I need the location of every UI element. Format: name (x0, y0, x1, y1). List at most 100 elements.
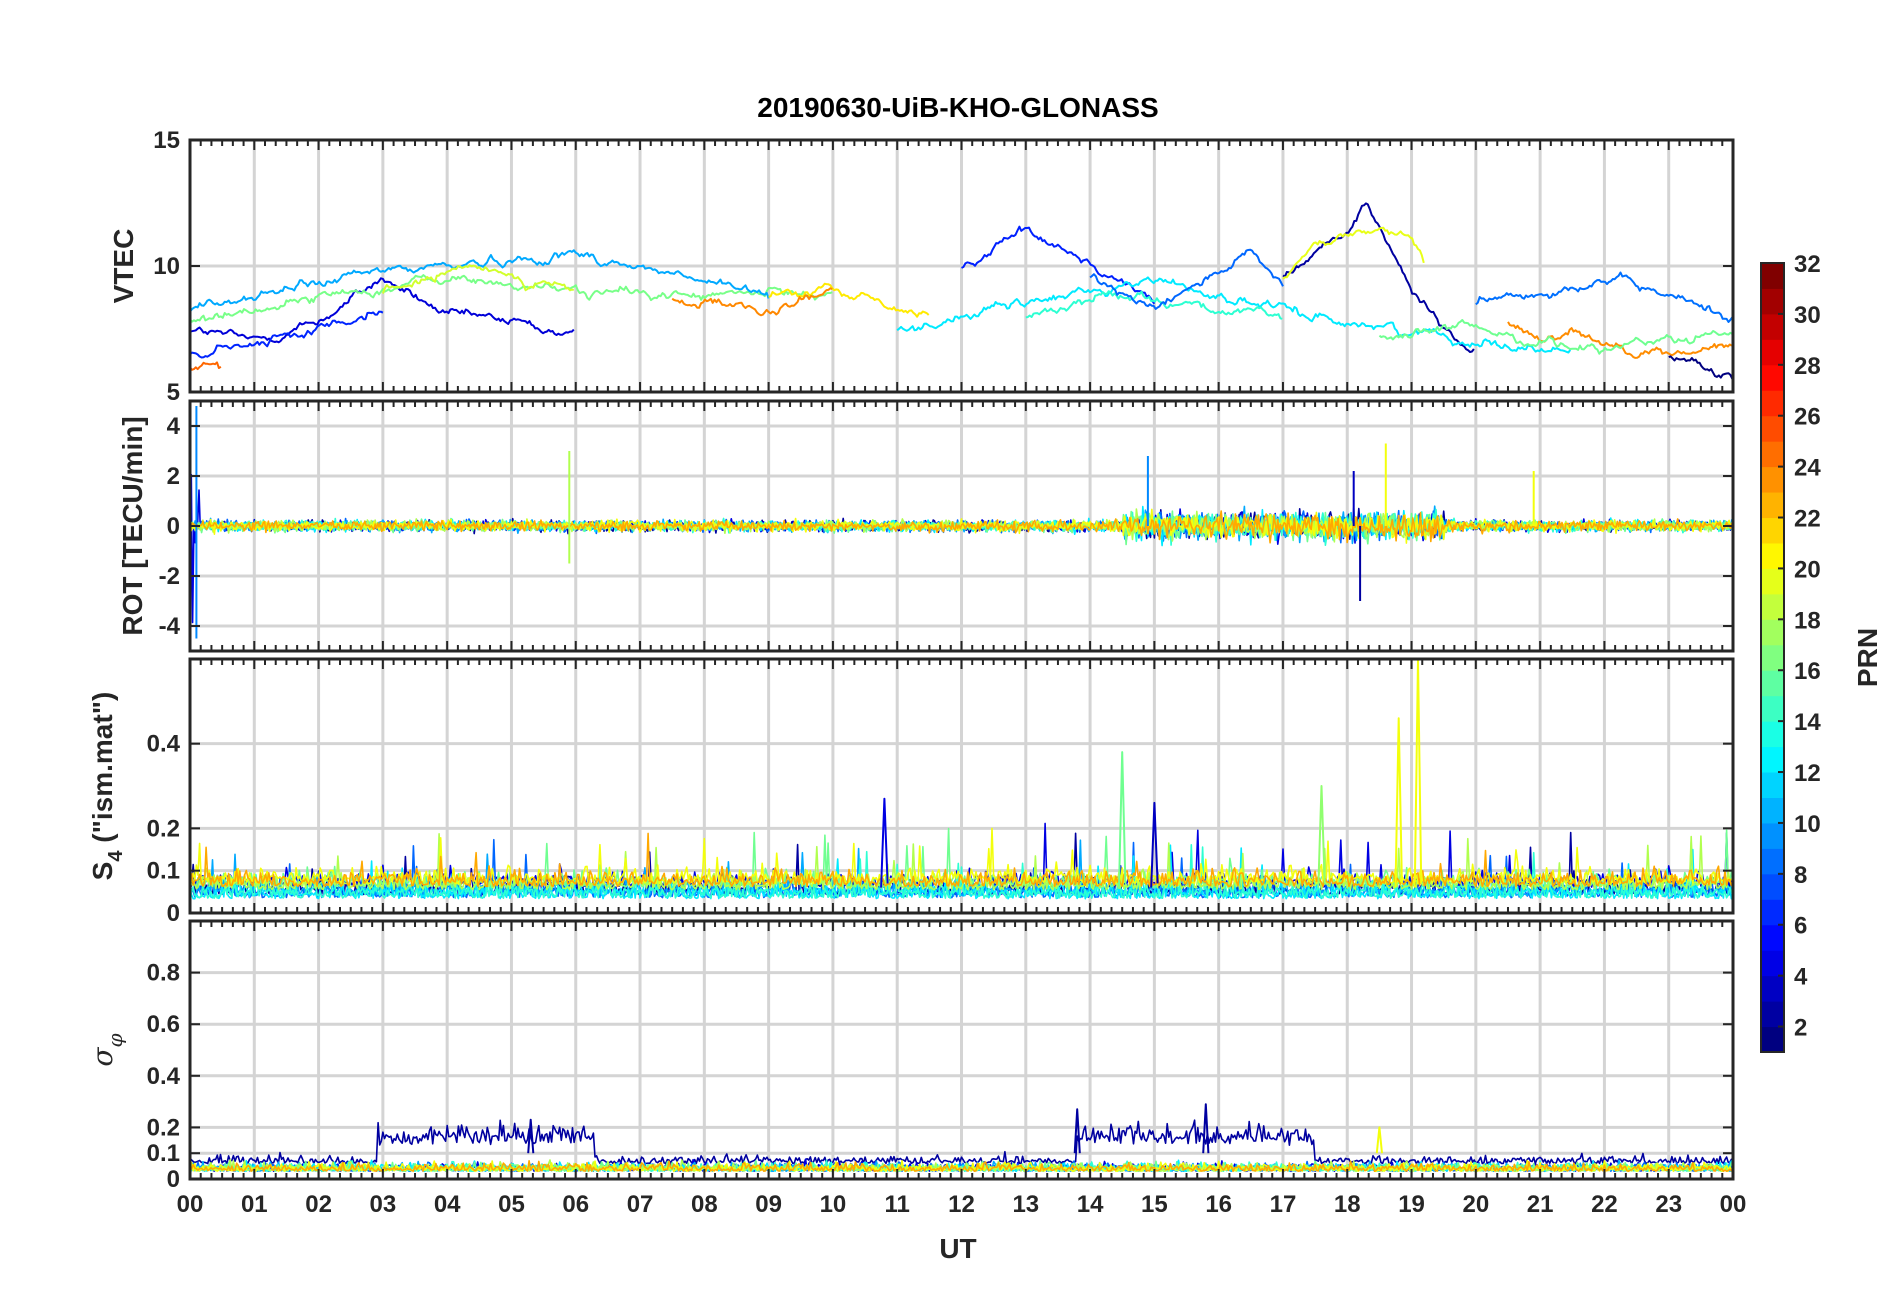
y-tick-label: 4 (167, 413, 181, 440)
x-tick-label: 01 (241, 1191, 268, 1218)
colorbar-tick-label: 16 (1794, 658, 1821, 685)
colorbar-segment (1761, 899, 1784, 926)
colorbar-segment (1761, 288, 1784, 315)
x-tick-label: 02 (305, 1191, 332, 1218)
y-tick-label: 0.2 (147, 815, 180, 842)
y-tick-label: 2 (167, 463, 180, 490)
colorbar-segment (1761, 390, 1784, 417)
colorbar-tick-label: 10 (1794, 811, 1821, 838)
colorbar-segment (1761, 950, 1784, 977)
colorbar-segment (1761, 924, 1784, 951)
ylabel-sub: φ (103, 1033, 127, 1047)
colorbar-tick-label: 6 (1794, 913, 1807, 940)
colorbar-segment (1761, 873, 1784, 900)
colorbar-tick-label: 4 (1794, 964, 1808, 991)
x-tick-label: 14 (1077, 1191, 1104, 1218)
colorbar-tick-label: 8 (1794, 862, 1807, 889)
x-tick-label: 00 (1720, 1191, 1747, 1218)
colorbar-segment (1761, 568, 1784, 595)
y-tick-label: 10 (153, 253, 180, 280)
x-tick-label: 03 (370, 1191, 397, 1218)
colorbar-segment (1761, 975, 1784, 1002)
colorbar-segment (1761, 593, 1784, 620)
x-axis-label: UT (939, 1233, 976, 1264)
colorbar-segment (1761, 466, 1784, 493)
y-tick-label: 0 (167, 900, 180, 927)
x-tick-label: 00 (177, 1191, 204, 1218)
x-tick-label: 08 (691, 1191, 718, 1218)
colorbar-segment (1761, 364, 1784, 391)
colorbar-segment (1761, 670, 1784, 697)
y-tick-label: 0 (167, 1166, 180, 1193)
x-tick-label: 19 (1398, 1191, 1425, 1218)
x-tick-label: 21 (1527, 1191, 1554, 1218)
y-tick-label: -2 (159, 563, 180, 590)
ylabel-main: S (87, 862, 118, 881)
colorbar-segment (1761, 542, 1784, 569)
colorbar-segment (1761, 1001, 1784, 1028)
y-tick-label: 0.8 (147, 960, 180, 987)
figure: 20190630-UiB-KHO-GLONASS 51015VTEC-4-202… (0, 0, 1902, 1292)
colorbar-segment (1761, 746, 1784, 773)
chart-title: 20190630-UiB-KHO-GLONASS (757, 92, 1158, 123)
y-tick-label: 0.6 (147, 1011, 180, 1038)
colorbar-segment (1761, 441, 1784, 468)
y-tick-label: 0.4 (147, 1063, 181, 1090)
y-axis-label-rot: ROT [TECU/min] (117, 416, 148, 635)
colorbar-segment (1761, 415, 1784, 442)
colorbar-segment (1761, 721, 1784, 748)
colorbar-tick-label: 28 (1794, 353, 1821, 380)
y-tick-label: -4 (159, 613, 181, 640)
y-tick-label: 0.2 (147, 1114, 180, 1141)
colorbar-tick-label: 26 (1794, 404, 1821, 431)
colorbar-tick-label: 24 (1794, 455, 1821, 482)
y-tick-label: 0.1 (147, 858, 180, 885)
x-tick-label: 18 (1334, 1191, 1361, 1218)
colorbar-tick-label: 20 (1794, 556, 1821, 583)
colorbar-tick-label: 22 (1794, 506, 1821, 533)
colorbar-segment (1761, 772, 1784, 798)
x-tick-label: 15 (1141, 1191, 1168, 1218)
colorbar-segment (1761, 1026, 1784, 1053)
colorbar-segment (1761, 263, 1784, 289)
colorbar-tick-label: 14 (1794, 709, 1821, 736)
x-tick-label: 17 (1270, 1191, 1297, 1218)
colorbar-segment (1761, 339, 1784, 366)
y-tick-label: 0.1 (147, 1140, 180, 1167)
ylabel-main: σ (86, 1047, 119, 1067)
colorbar-tick-label: 30 (1794, 302, 1821, 329)
colorbar-segment (1761, 822, 1784, 849)
y-tick-label: 15 (153, 127, 180, 154)
colorbar-tick-label: 2 (1794, 1015, 1807, 1042)
colorbar-label: PRN (1852, 628, 1883, 687)
ylabel-rest: ("ism.mat") (87, 692, 118, 851)
x-tick-label: 16 (1205, 1191, 1232, 1218)
x-tick-label: 11 (885, 1191, 910, 1218)
colorbar-segment (1761, 492, 1784, 519)
x-tick-label: 05 (498, 1191, 525, 1218)
colorbar-tick-label: 18 (1794, 607, 1821, 634)
colorbar-segment (1761, 797, 1784, 824)
x-tick-label: 12 (948, 1191, 975, 1218)
x-tick-label: 13 (1012, 1191, 1039, 1218)
colorbar-segment (1761, 644, 1784, 671)
colorbar-segment (1761, 848, 1784, 875)
x-tick-label: 22 (1591, 1191, 1618, 1218)
y-tick-label: 5 (167, 379, 180, 406)
x-tick-label: 04 (434, 1191, 461, 1218)
x-tick-label: 23 (1655, 1191, 1682, 1218)
colorbar-segment (1761, 619, 1784, 646)
colorbar-tick-label: 32 (1794, 251, 1821, 278)
y-axis-label-vtec: VTEC (108, 229, 139, 304)
x-tick-label: 09 (755, 1191, 782, 1218)
colorbar-segment (1761, 517, 1784, 544)
x-tick-label: 10 (820, 1191, 847, 1218)
colorbar-segment (1761, 695, 1784, 722)
colorbar-tick-label: 12 (1794, 760, 1821, 787)
x-tick-label: 06 (562, 1191, 589, 1218)
x-tick-label: 20 (1462, 1191, 1489, 1218)
y-tick-label: 0 (167, 513, 180, 540)
x-tick-label: 07 (627, 1191, 654, 1218)
y-tick-label: 0.4 (147, 731, 181, 758)
colorbar-segment (1761, 313, 1784, 340)
